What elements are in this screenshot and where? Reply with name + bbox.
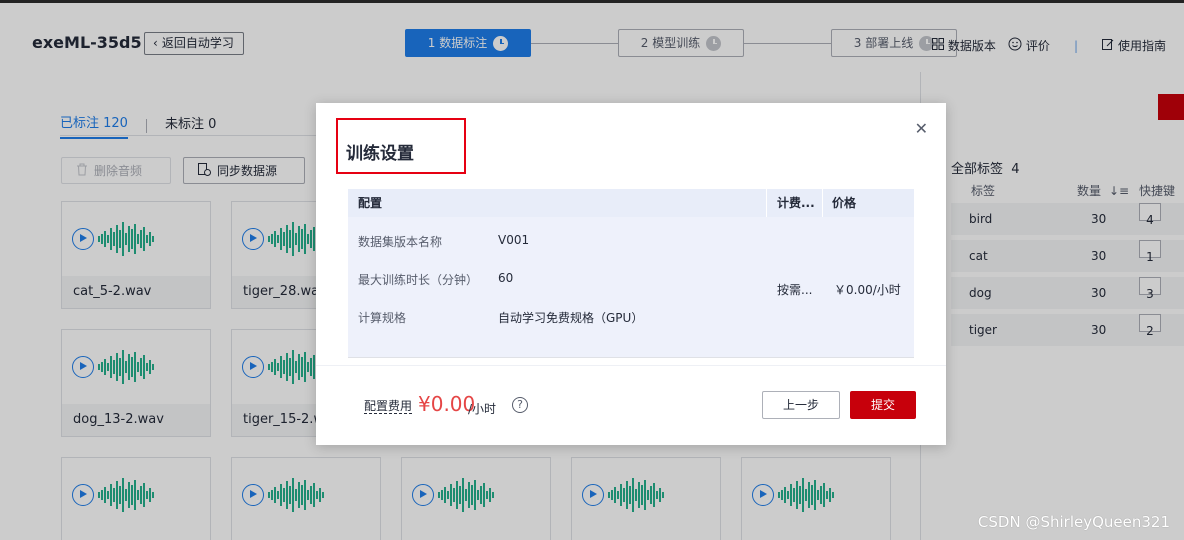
config-key: 数据集版本名称 [358,235,443,249]
config-cost-value: ¥0.00 [418,392,476,416]
config-cost-label[interactable]: 配置费用 [364,399,413,414]
submit-button[interactable]: 提交 [850,391,916,419]
col-billing: 计费... [777,196,815,210]
col-price: 价格 [832,196,857,210]
unit-price: ￥0.00/小时 [834,283,901,297]
config-value: 60 [498,271,514,285]
help-icon[interactable]: ? [512,397,528,413]
config-table-header: 配置 计费... 价格 [348,189,914,217]
config-value: V001 [498,233,530,247]
config-key: 最大训练时长（分钟） [358,273,479,287]
dialog-title: 训练设置 [346,144,414,164]
billing-mode: 按需... [777,283,813,297]
config-cost-unit: /小时 [468,402,497,416]
training-settings-dialog: 训练设置 ✕ 配置 计费... 价格 数据集版本名称 V001 最大训练时长（分… [316,103,946,445]
config-value: 自动学习免费规格（GPU） [498,311,644,325]
table-bottom-border [348,357,914,358]
previous-step-button[interactable]: 上一步 [762,391,840,419]
column-divider [766,189,767,217]
watermark: CSDN @ShirleyQueen321 [977,513,1170,531]
config-table: 配置 计费... 价格 数据集版本名称 V001 最大训练时长（分钟） 60 计… [348,189,914,357]
footer-divider [316,365,946,366]
close-icon[interactable]: ✕ [915,121,928,137]
column-divider [822,189,823,217]
config-key: 计算规格 [358,311,407,325]
col-config: 配置 [358,196,383,210]
